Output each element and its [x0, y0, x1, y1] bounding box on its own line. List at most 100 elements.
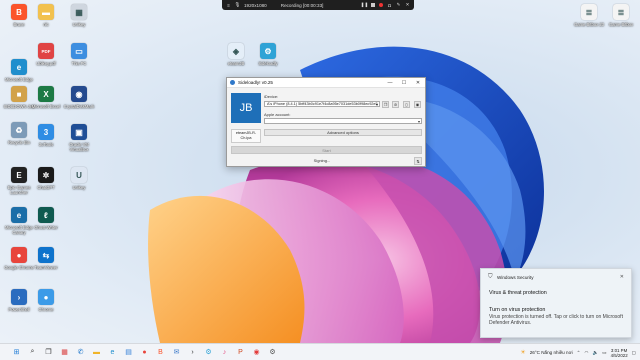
desktop-icon-label: This PC [71, 61, 87, 66]
screen-recorder-icon[interactable]: ◉ [250, 346, 263, 359]
desktop-icon-label: 3uTools [38, 142, 54, 147]
volume-icon[interactable]: 🔈 [592, 350, 598, 356]
sideloadly-taskbar-icon[interactable]: ⚙ [202, 346, 215, 359]
edge-canary-icon: e [11, 207, 27, 223]
pause-icon[interactable]: ❚❚ [361, 2, 369, 8]
account-label: Apple account: [264, 112, 291, 117]
desktop-icon-col2-7[interactable]: ● Chrome [29, 289, 63, 312]
edge-icon: e [11, 59, 27, 75]
settings-icon[interactable]: ⚙ [266, 346, 279, 359]
windows-security-notification[interactable]: ⛉ Windows Security ✕ Virus & threat prot… [480, 268, 632, 338]
record-icon[interactable] [379, 3, 383, 7]
powerpoint-icon[interactable]: P [234, 346, 247, 359]
battery-icon[interactable]: ▭ [602, 350, 606, 356]
file-explorer-icon[interactable]: ▬ [90, 346, 103, 359]
desktop-icon-label: Microsoft Excel [31, 104, 61, 109]
folder-icon: ▬ [38, 4, 54, 20]
desktop-icon-label: Oracle VM VirtualBox [69, 142, 89, 152]
edge-taskbar-icon[interactable]: e [106, 346, 119, 359]
desktop-icon-col2-1[interactable]: PDF Ubikey.pdf [29, 43, 63, 66]
weather-icon: ☀ [520, 350, 526, 356]
title-bar[interactable]: Sideloadly! v0.25 — ☐ ✕ [227, 78, 425, 88]
chat-icon[interactable]: ✆ [74, 346, 87, 359]
device-select[interactable]: A's iPhone (8.4.1) 5bff43b0c91e7f4c8a95e… [264, 101, 380, 107]
clock-time: 3:01 PM [610, 347, 628, 353]
chevron-up-icon[interactable]: ⌃ [577, 350, 581, 356]
chrome-icon-2: ● [38, 289, 54, 305]
document-icon: ≣ [581, 4, 597, 20]
store-icon[interactable]: ▤ [122, 346, 135, 359]
chrome-taskbar-icon[interactable]: ● [138, 346, 151, 359]
recording-resolution: 1920x1080 [244, 2, 267, 8]
copy-button[interactable]: ❐ [382, 101, 389, 108]
weather-text[interactable]: 26°C Nắng nhiều nơi [530, 350, 573, 355]
search-icon[interactable]: ⌕ [26, 346, 39, 359]
desktop-icon-top_center-0[interactable]: ◈ eteamJB [219, 43, 253, 66]
desktop-icon-top_right-0[interactable]: ≣ Game Bitbox 23 [572, 4, 606, 27]
desktop-icon-label: Ubikey.pdf [36, 61, 56, 66]
status-text: Signing... [313, 158, 331, 163]
desktop-icon-col2-5[interactable]: ℓ Ghost Writer [29, 207, 63, 230]
desktop-icon-label: Ghost Writer [34, 225, 58, 230]
sideloadly-icon: ⚙ [260, 43, 276, 59]
start-button[interactable]: Start [231, 146, 422, 154]
desktop-icon-col3-1[interactable]: ▭ This PC [62, 43, 96, 66]
phone-icon: ▯ [405, 102, 408, 107]
close-icon[interactable]: ✕ [620, 274, 624, 280]
wifi-icon[interactable]: ◠ [584, 350, 588, 356]
ipa-name: eteamJB-R-Ch.ipa [235, 131, 257, 140]
desktop-icon-label: ChatGPT [37, 185, 55, 190]
desktop-icon-label: Unikey [72, 185, 86, 190]
apple-account-input[interactable]: ▾ [264, 118, 422, 124]
task-view-icon[interactable]: ❐ [42, 346, 55, 359]
maximize-button[interactable]: ☐ [397, 80, 411, 86]
link-button[interactable]: ⊘ [392, 101, 399, 108]
desktop-icon-col3-3[interactable]: ▣ Oracle VM VirtualBox [62, 124, 96, 152]
start-icon[interactable]: ⊞ [10, 346, 23, 359]
ipa-selector[interactable]: eteamJB-R-Ch.ipa [231, 129, 261, 143]
excel-icon: X [38, 86, 54, 102]
minimize-button[interactable]: — [383, 80, 397, 86]
notification-app: Windows Security [497, 274, 534, 280]
this-pc-icon: ▭ [71, 43, 87, 59]
desktop-icon-col2-4[interactable]: ✲ ChatGPT [29, 167, 63, 190]
desktop-icon-col2-0[interactable]: ▬ nlc [29, 4, 63, 27]
menu-icon[interactable]: ≡ [226, 3, 231, 8]
close-button[interactable]: ✕ [411, 80, 425, 86]
powershell-icon: › [11, 289, 27, 305]
microphone-icon[interactable]: 🎙 [235, 2, 241, 8]
desktop-icon-top_center-1[interactable]: ⚙ Sideloadly [251, 43, 285, 66]
terminal-icon[interactable]: › [186, 346, 199, 359]
screen-recorder-bar: ≡ 🎙 1920x1080 Recording [00:00:33] ❚❚ ◘ … [222, 0, 414, 10]
desktop-icon-col2-6[interactable]: ⇆ TeamViewer [29, 247, 63, 270]
desktop-icon-col2-2[interactable]: X Microsoft Excel [29, 86, 63, 109]
device-button[interactable]: ▯ [403, 101, 410, 108]
advanced-options-button[interactable]: Advanced options [264, 129, 422, 136]
clock[interactable]: 3:01 PM 4/5/2022 [611, 348, 628, 358]
desktop-icon-top_right-1[interactable]: ≣ Game Bitbox [604, 4, 638, 27]
camera-icon[interactable]: ◘ [387, 3, 392, 8]
desktop-icon-col3-4[interactable]: U Unikey [62, 167, 96, 190]
epic-games-icon: E [11, 167, 27, 183]
package-icon: ■ [11, 86, 27, 102]
desktop-icon-label: TeamViewer [34, 265, 58, 270]
shield-icon: ⛉ [488, 274, 493, 280]
widgets-icon[interactable]: ▦ [58, 346, 71, 359]
desktop-icon-col3-2[interactable]: ◉ CrystalDiskMark [62, 86, 96, 109]
brave-taskbar-icon[interactable]: B [154, 346, 167, 359]
ghost-icon: ℓ [38, 207, 54, 223]
hide-button[interactable]: ◉ [414, 101, 421, 108]
stop-icon[interactable] [371, 3, 375, 7]
teamviewer-icon: ⇆ [38, 247, 54, 263]
desktop-icon-col2-3[interactable]: 3 3uTools [29, 124, 63, 147]
sort-icon: ⇅ [416, 158, 420, 164]
itunes-icon[interactable]: ♪ [218, 346, 231, 359]
notification-icon[interactable]: ▢ [632, 350, 636, 356]
close-icon[interactable]: ✕ [405, 2, 410, 8]
log-toggle-button[interactable]: ⇅ [414, 157, 422, 165]
notification-body: Virus protection is turned off. Tap or c… [489, 314, 623, 327]
ipa-file-icon: ◈ [228, 43, 244, 59]
draw-icon[interactable]: ✎ [396, 2, 401, 8]
desktop-icon-col3-0[interactable]: ▦ Unikey [62, 4, 96, 27]
mail-icon[interactable]: ✉ [170, 346, 183, 359]
